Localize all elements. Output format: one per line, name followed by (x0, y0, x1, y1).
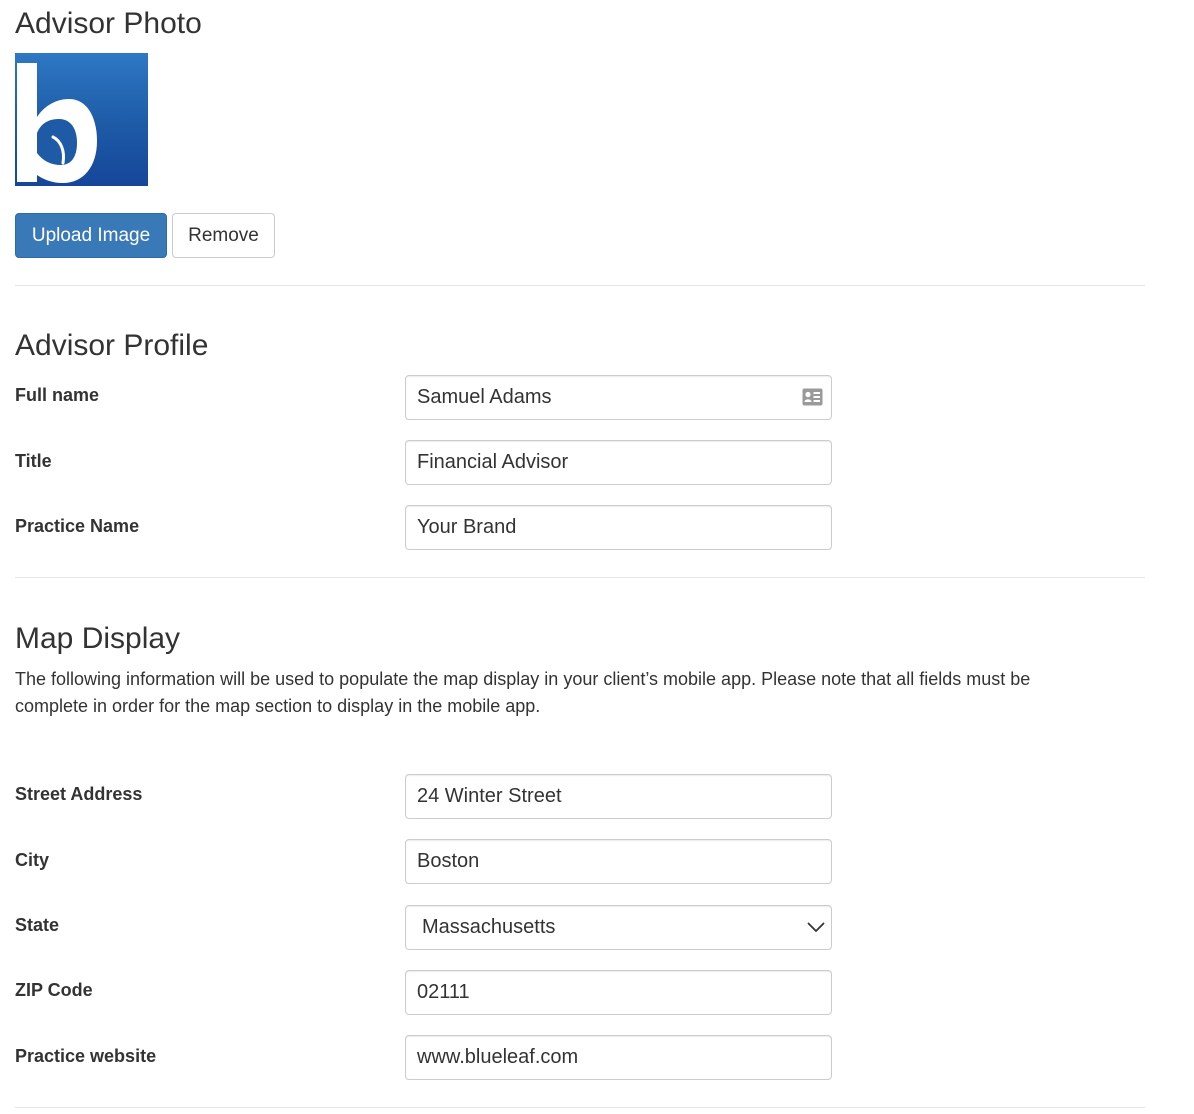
city-label: City (15, 850, 50, 870)
street-address-label: Street Address (15, 784, 143, 804)
advisor-profile-heading: Advisor Profile (15, 329, 209, 362)
remove-image-button[interactable]: Remove (172, 213, 275, 258)
street-address-input[interactable]: 24 Winter Street (405, 774, 832, 819)
section-divider (15, 285, 1145, 286)
practice-name-label: Practice Name (15, 516, 140, 536)
title-input[interactable]: Financial Advisor (405, 440, 832, 485)
practice-name-input[interactable]: Your Brand (405, 505, 832, 550)
city-input[interactable]: Boston (405, 839, 832, 884)
state-select[interactable]: Massachusetts (405, 905, 832, 950)
contact-card-icon[interactable] (802, 388, 823, 406)
advisor-photo-heading: Advisor Photo (15, 7, 202, 40)
title-label: Title (15, 451, 52, 471)
practice-website-value: www.blueleaf.com (417, 1046, 579, 1068)
state-value: Massachusetts (422, 916, 556, 938)
chevron-down-icon (807, 922, 825, 932)
practice-name-value: Your Brand (417, 516, 517, 538)
full-name-value: Samuel Adams (417, 386, 552, 408)
practice-website-input[interactable]: www.blueleaf.com (405, 1035, 832, 1080)
section-divider (15, 1107, 1145, 1108)
upload-image-button[interactable]: Upload Image (15, 213, 167, 258)
full-name-label: Full name (15, 385, 100, 405)
advisor-photo-image (15, 53, 148, 186)
map-display-heading: Map Display (15, 622, 181, 655)
zip-code-input[interactable]: 02111 (405, 970, 832, 1015)
zip-code-label: ZIP Code (15, 980, 93, 1000)
section-divider (15, 577, 1145, 578)
street-address-value: 24 Winter Street (417, 785, 562, 807)
zip-code-value: 02111 (417, 981, 470, 1003)
blueleaf-logo-icon (17, 63, 97, 183)
city-value: Boston (417, 850, 480, 872)
full-name-input[interactable]: Samuel Adams (405, 375, 832, 420)
title-value: Financial Advisor (417, 451, 569, 473)
practice-website-label: Practice website (15, 1046, 157, 1066)
state-label: State (15, 915, 60, 935)
map-display-description: The following information will be used t… (15, 669, 1031, 716)
